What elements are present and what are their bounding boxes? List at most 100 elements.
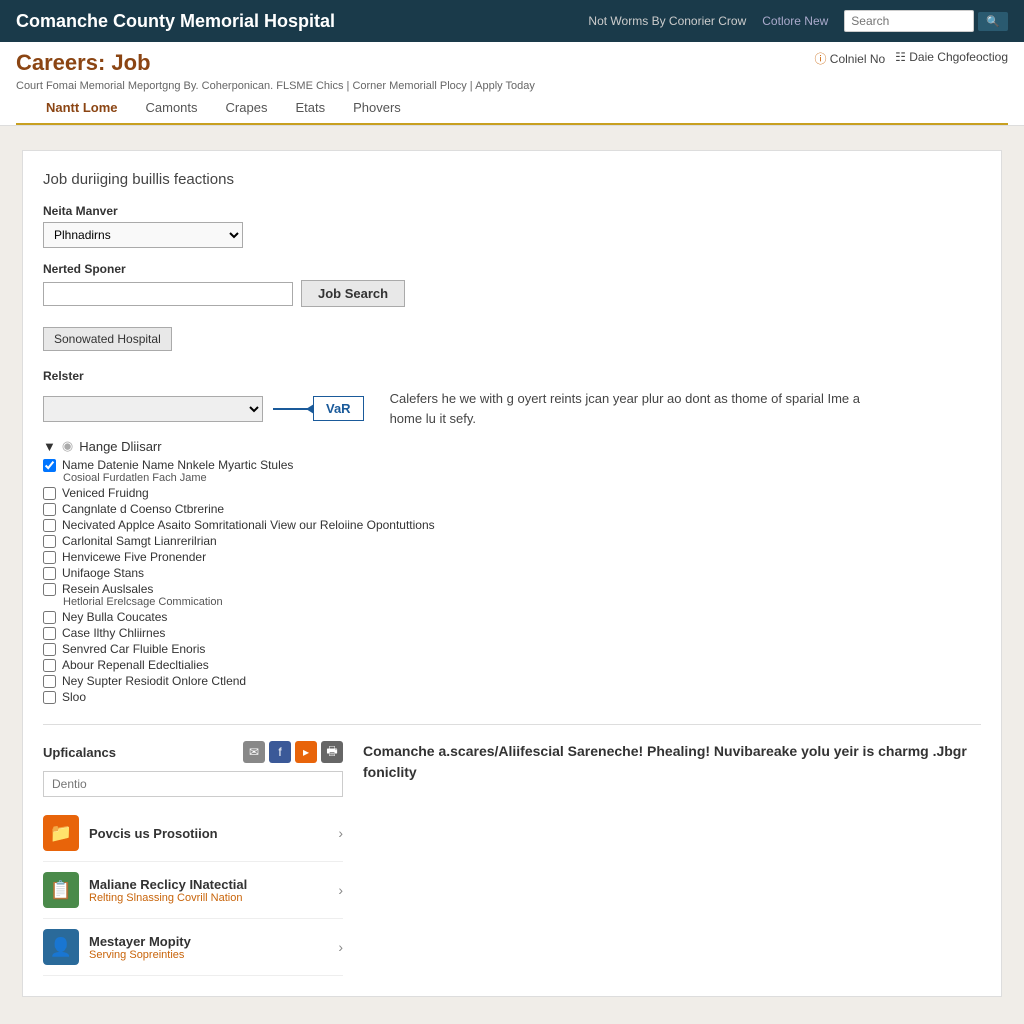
check-label-6: Henvicewe Five Pronender: [62, 550, 206, 564]
list-title-1: Povcis us Prosotiion: [89, 826, 328, 841]
checkbox-item-2: Veniced Fruidng: [43, 486, 981, 500]
check-11[interactable]: [43, 643, 56, 656]
tab-camonts[interactable]: Camonts: [132, 92, 212, 125]
left-panel: Upficalancs ✉ f ▸ 🖶 📁 Povcis us Prosotii…: [43, 741, 343, 976]
check-label-12: Abour Repenall Edecltialies: [62, 658, 209, 672]
list-item-3[interactable]: 👤 Mestayer Mopity Serving Sopreinties ›: [43, 919, 343, 976]
check-label-1: Name Datenie Name Nnkele Myartic Stules: [62, 458, 293, 472]
list-icon-2: 📋: [43, 872, 79, 908]
facility-tag[interactable]: Sonowated Hospital: [43, 327, 172, 351]
print-icon[interactable]: 🖶: [321, 741, 343, 763]
check-sub-8: Hetlorial Erelcsage Commication: [63, 596, 981, 608]
header-search-input[interactable]: [844, 10, 974, 32]
facebook-icon[interactable]: f: [269, 741, 291, 763]
check-1[interactable]: [43, 459, 56, 472]
header-right: Not Worms By Conorier Crow Cotlore New 🔍: [588, 10, 1008, 32]
check-label-8: Resein Auslsales: [62, 582, 153, 596]
check-13[interactable]: [43, 675, 56, 688]
check-5[interactable]: [43, 535, 56, 548]
list-icon-1: 📁: [43, 815, 79, 851]
rss-icon[interactable]: ▸: [295, 741, 317, 763]
grid-icon: ☷: [895, 50, 906, 64]
user-line1: Not Worms: [588, 14, 648, 28]
section-title: Job duriiging buillis feactions: [43, 171, 981, 188]
check-4[interactable]: [43, 519, 56, 532]
chevron-right-icon-2: ›: [338, 882, 343, 898]
list-item-1[interactable]: 📁 Povcis us Prosotiion ›: [43, 805, 343, 862]
checkbox-item-5: Carlonital Samgt Lianrerilrian: [43, 534, 981, 548]
check-14[interactable]: [43, 691, 56, 704]
name-filter-label: Neita Manver: [43, 204, 981, 218]
name-filter-select[interactable]: Plhnadirns Option 2: [43, 222, 243, 248]
checkbox-item-6: Henvicewe Five Pronender: [43, 550, 981, 564]
check-label-2: Veniced Fruidng: [62, 486, 149, 500]
check-8[interactable]: [43, 583, 56, 596]
check-label-10: Case Ilthy Chliirnes: [62, 626, 165, 640]
checkbox-list: ▼ ◉ Hange Dliisarr Name Datenie Name Nnk…: [43, 438, 981, 704]
list-text-3: Mestayer Mopity Serving Sopreinties: [89, 934, 328, 961]
checkbox-item-14: Sloo: [43, 690, 981, 704]
check-label-5: Carlonital Samgt Lianrerilrian: [62, 534, 217, 548]
radio-icon: ◉: [62, 438, 73, 454]
check-12[interactable]: [43, 659, 56, 672]
job-search-button[interactable]: Job Search: [301, 280, 405, 307]
check-6[interactable]: [43, 551, 56, 564]
checkbox-item-7: Unifaoge Stans: [43, 566, 981, 580]
group-header[interactable]: ▼ ◉ Hange Dliisarr: [43, 438, 981, 454]
social-row: Upficalancs ✉ f ▸ 🖶: [43, 741, 343, 763]
list-title-2: Maliane Reclicy INatectial: [89, 877, 328, 892]
list-item-2[interactable]: 📋 Maliane Reclicy INatectial Relting Sln…: [43, 862, 343, 919]
check-7[interactable]: [43, 567, 56, 580]
checkbox-item-1: Name Datenie Name Nnkele Myartic Stules …: [43, 458, 981, 484]
nav-tabs: Nantt Lome Camonts Crapes Etats Phovers: [16, 92, 1008, 125]
check-label-4: Necivated Applce Asaito Somritationali V…: [62, 518, 435, 532]
chevron-right-icon-3: ›: [338, 939, 343, 955]
callout-label: VaR: [313, 396, 364, 421]
list-sub-3: Serving Sopreinties: [89, 949, 328, 961]
check-10[interactable]: [43, 627, 56, 640]
callout-container: VaR: [273, 396, 364, 421]
user-info: Not Worms By Conorier Crow: [588, 14, 746, 28]
chevron-right-icon-1: ›: [338, 825, 343, 841]
header-search: 🔍: [844, 10, 1008, 32]
check-label-9: Ney Bulla Coucates: [62, 610, 167, 624]
check-3[interactable]: [43, 503, 56, 516]
check-label-7: Unifaoge Stans: [62, 566, 144, 580]
checkbox-item-9: Ney Bulla Coucates: [43, 610, 981, 624]
tab-phovers[interactable]: Phovers: [339, 92, 415, 125]
top-link[interactable]: Cotlore New: [762, 14, 828, 28]
checkbox-item-10: Case Ilthy Chliirnes: [43, 626, 981, 640]
social-icons: ✉ f ▸ 🖶: [243, 741, 343, 763]
list-text-1: Povcis us Prosotiion: [89, 826, 328, 841]
list-text-2: Maliane Reclicy INatectial Relting Slnas…: [89, 877, 328, 904]
checkbox-item-13: Ney Supter Resiodit Onlore Ctlend: [43, 674, 981, 688]
keyword-label: Nerted Sponer: [43, 262, 981, 276]
tab-etats[interactable]: Etats: [281, 92, 339, 125]
email-icon[interactable]: ✉: [243, 741, 265, 763]
caret-down-icon: ▼: [43, 439, 56, 454]
callout-arrow: [273, 408, 313, 410]
top-link-label[interactable]: Cotlore New: [762, 14, 828, 28]
check-label-3: Cangnlate d Coenso Ctbrerine: [62, 502, 224, 516]
checkbox-item-12: Abour Repenall Edecltialies: [43, 658, 981, 672]
keyword-input[interactable]: [43, 282, 293, 306]
check-9[interactable]: [43, 611, 56, 624]
tab-nantt-lome[interactable]: Nantt Lome: [32, 92, 132, 125]
breadcrumb: Court Fomai Memorial Meportgng By. Coher…: [16, 80, 535, 92]
filter-label: Relster: [43, 369, 981, 383]
tab-crapes[interactable]: Crapes: [212, 92, 282, 125]
sidebar-title: Upficalancs: [43, 745, 116, 760]
list-sub-2: Relting Slnassing Covrill Nation: [89, 892, 328, 904]
check-sub-1: Cosioal Furdatlen Fach Jame: [63, 472, 981, 484]
footer-section: Upficalancs ✉ f ▸ 🖶 📁 Povcis us Prosotii…: [43, 724, 981, 976]
sidebar-search-input[interactable]: [43, 771, 343, 797]
page-title: Careers: Job: [16, 50, 535, 76]
checkbox-item-4: Necivated Applce Asaito Somritationali V…: [43, 518, 981, 532]
filter-select[interactable]: [43, 396, 263, 422]
check-2[interactable]: [43, 487, 56, 500]
list-icon-3: 👤: [43, 929, 79, 965]
action-link-1[interactable]: ⓘ Colniel No: [814, 50, 885, 67]
action-link-2[interactable]: ☷ Daie Chgofeoctiog: [895, 50, 1008, 67]
header-search-button[interactable]: 🔍: [978, 12, 1008, 31]
checkbox-item-11: Senvred Car Fluible Enoris: [43, 642, 981, 656]
